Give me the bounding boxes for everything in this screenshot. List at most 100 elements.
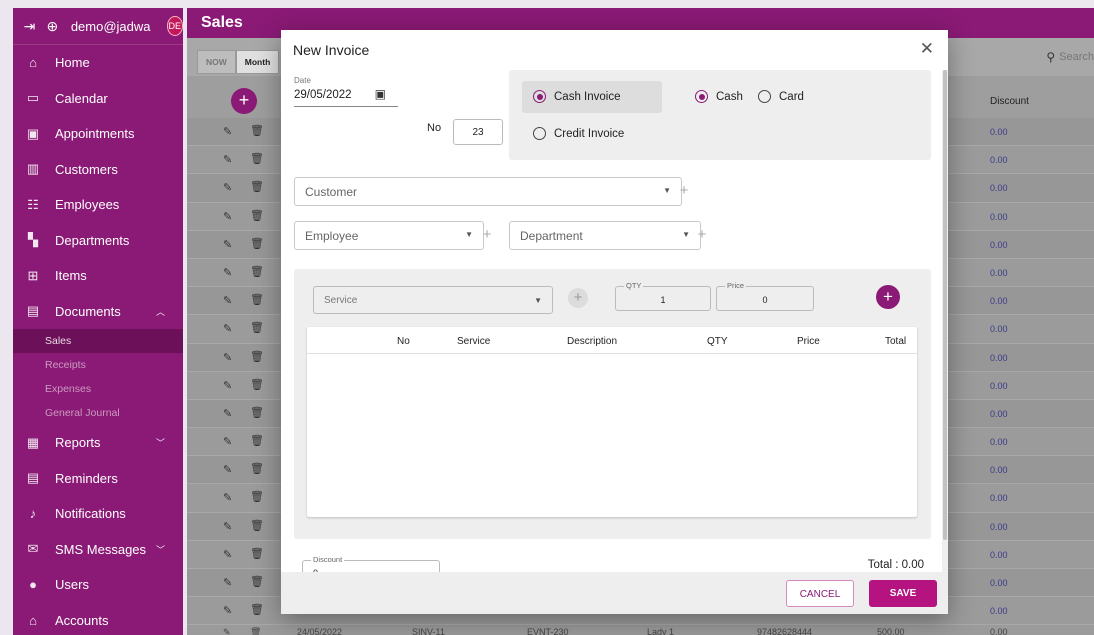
trash-icon[interactable]: 🗑 [250,350,264,363]
calendar-icon[interactable]: ▣ [375,87,386,101]
add-customer-icon[interactable]: + [677,183,691,198]
trash-icon[interactable]: 🗑 [250,462,264,475]
pencil-icon[interactable]: ✎ [223,407,232,420]
pencil-icon[interactable]: ✎ [223,576,232,589]
segment-now[interactable]: NOW [197,50,236,74]
add-sale-button[interactable]: + [231,88,257,114]
globe-icon[interactable]: ⊕ [46,18,59,34]
pencil-icon[interactable]: ✎ [223,627,231,635]
sidebar-item-reports[interactable]: ▦ Reports ﹀ [13,425,183,461]
pencil-icon[interactable]: ✎ [223,379,232,392]
add-line-button[interactable]: + [876,285,900,309]
cash-invoice-radio[interactable]: Cash Invoice [533,90,620,103]
sidebar-item-notifications[interactable]: ♪ Notifications [13,496,183,532]
sidebar-item-employees[interactable]: ☷ Employees [13,187,183,223]
search[interactable]: ⚲ Search [1046,50,1094,64]
dialog-scrollbar[interactable] [942,70,948,572]
sidebar-item-appointments[interactable]: ▣ Appointments [13,116,183,152]
add-service-icon[interactable]: + [568,288,588,308]
trash-icon[interactable]: 🗑 [250,575,264,588]
pencil-icon[interactable]: ✎ [223,210,232,223]
price-field[interactable]: Price 0 [716,281,814,311]
sidebar-item-items[interactable]: ⊞ Items [13,258,183,294]
invoice-lines-table: No Service Description QTY Price Total [307,327,917,517]
pencil-icon[interactable]: ✎ [223,322,232,335]
department-select[interactable]: Department ▼ [509,221,701,250]
qty-field[interactable]: QTY 1 [615,281,711,311]
trash-icon[interactable]: 🗑 [250,265,264,278]
sidebar-item-sms-messages[interactable]: ✉ SMS Messages ﹀ [13,532,183,568]
add-department-icon[interactable]: + [695,227,709,242]
sidebar-item-label: Reminders [55,470,118,486]
trash-icon[interactable]: 🗑 [250,547,264,560]
table-row[interactable]: ✎ 🗑 24/05/2022 SINV-11 EVNT-230 Lady 1 9… [187,624,1094,635]
trash-icon[interactable]: 🗑 [250,406,264,419]
trash-icon[interactable]: 🗑 [250,293,264,306]
credit-invoice-radio[interactable]: Credit Invoice [533,127,624,140]
avatar[interactable]: DE [166,16,183,36]
trash-icon[interactable]: 🗑 [250,434,264,447]
trash-icon[interactable]: 🗑 [250,627,261,635]
sidebar-item-reminders[interactable]: ▤ Reminders [13,461,183,497]
service-select[interactable]: Service ▼ [313,286,553,314]
add-employee-icon[interactable]: + [480,227,494,242]
chevron-down-icon: ﹀ [155,544,165,555]
trash-icon[interactable]: 🗑 [250,209,264,222]
trash-icon[interactable]: 🗑 [250,321,264,334]
save-button[interactable]: SAVE [869,580,937,607]
items-icon: ⊞ [27,267,39,283]
dropdown-arrow-icon: ▼ [465,230,473,239]
pencil-icon[interactable]: ✎ [223,238,232,251]
sidebar-subitem-sales[interactable]: Sales [13,329,183,353]
sidebar-item-documents[interactable]: ▤ Documents ︿ [13,294,183,330]
sidebar-item-accounts[interactable]: ⌂ Accounts [13,603,183,635]
sidebar-item-home[interactable]: ⌂ Home [13,45,183,81]
invoice-number-field[interactable]: 23 [453,119,503,145]
pencil-icon[interactable]: ✎ [223,491,232,504]
pencil-icon[interactable]: ✎ [223,181,232,194]
scrollbar-thumb[interactable] [943,70,947,540]
pencil-icon[interactable]: ✎ [223,520,232,533]
close-icon[interactable]: ✕ [920,39,934,59]
trash-icon[interactable]: 🗑 [250,180,264,193]
sidebar-item-customers[interactable]: ▥ Customers [13,152,183,188]
discount-field[interactable]: Discount 0 [302,555,440,572]
sidebar-subitem-receipts[interactable]: Receipts [13,353,183,377]
pencil-icon[interactable]: ✎ [223,548,232,561]
trash-icon[interactable]: 🗑 [250,519,264,532]
trash-icon[interactable]: 🗑 [250,124,264,137]
trash-icon[interactable]: 🗑 [250,378,264,391]
sidebar-item-label: Users [55,577,89,593]
sidebar-subitem-expenses[interactable]: Expenses [13,377,183,401]
date-field[interactable]: 29/05/2022 ▣ [294,87,398,107]
reports-icon: ▦ [26,434,40,450]
segment-month[interactable]: Month [235,50,280,74]
cash-radio[interactable]: Cash [695,90,743,103]
search-input[interactable]: Search [1059,51,1094,63]
row-discount: 0.00 [990,324,1008,335]
employee-select[interactable]: Employee ▼ [294,221,484,250]
sidebar-item-departments[interactable]: ▚ Departments [13,223,183,259]
cancel-button[interactable]: CANCEL [786,580,854,607]
sidebar-item-calendar[interactable]: ▭ Calendar [13,81,183,117]
card-radio[interactable]: Card [758,90,804,103]
trash-icon[interactable]: 🗑 [250,603,264,616]
sidebar-subitem-general-journal[interactable]: General Journal [13,401,183,425]
trash-icon[interactable]: 🗑 [250,490,264,503]
trash-icon[interactable]: 🗑 [250,237,264,250]
pencil-icon[interactable]: ✎ [223,266,232,279]
customer-select[interactable]: Customer ▼ [294,177,682,206]
pencil-icon[interactable]: ✎ [223,351,232,364]
sidebar-item-label: Customers [55,161,118,177]
new-invoice-dialog: New Invoice ✕ Date 29/05/2022 ▣ No 23 Ca… [281,30,948,614]
pencil-icon[interactable]: ✎ [223,294,232,307]
pencil-icon[interactable]: ✎ [223,463,232,476]
logout-icon[interactable]: ⇥ [23,18,36,34]
sidebar-item-users[interactable]: ● Users [13,567,183,603]
pencil-icon[interactable]: ✎ [223,435,232,448]
row-discount: 0.00 [990,211,1008,222]
trash-icon[interactable]: 🗑 [250,152,264,165]
pencil-icon[interactable]: ✎ [223,604,232,617]
pencil-icon[interactable]: ✎ [223,125,232,138]
pencil-icon[interactable]: ✎ [223,153,232,166]
